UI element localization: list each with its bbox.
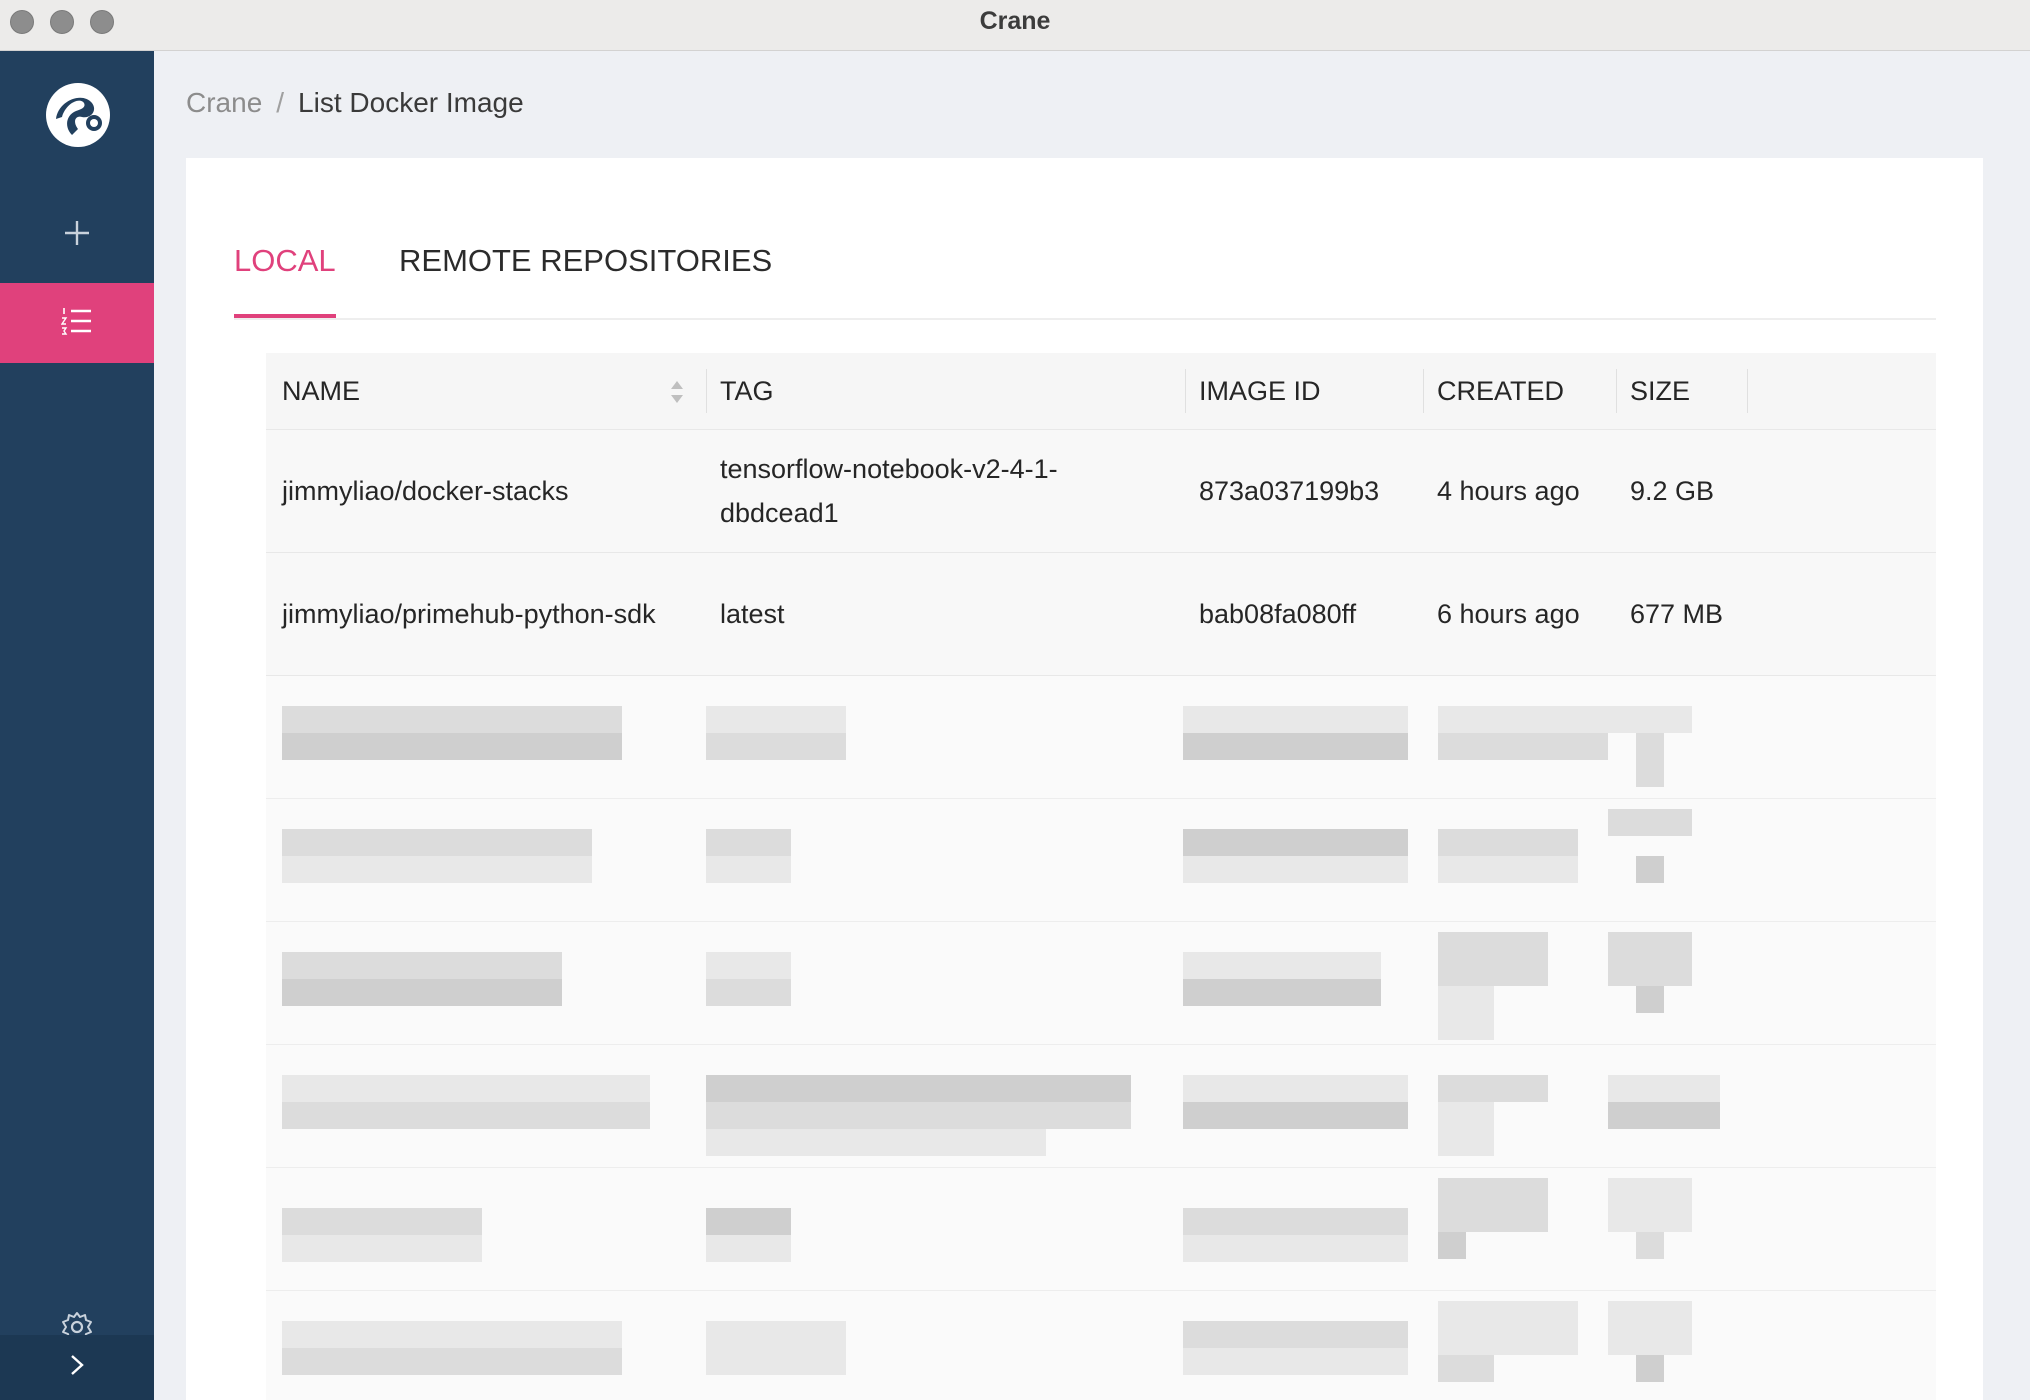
cell-name: jimmyliao/primehub-python-sdk bbox=[282, 599, 656, 629]
column-divider bbox=[1747, 369, 1748, 413]
crane-logo-icon[interactable] bbox=[42, 79, 114, 151]
breadcrumb-root-link[interactable]: Crane bbox=[186, 87, 262, 118]
breadcrumb-separator: / bbox=[276, 87, 285, 118]
tab-bar: LOCAL REMOTE REPOSITORIES bbox=[234, 238, 1936, 320]
cell-tag: latest bbox=[720, 599, 785, 629]
column-header-name[interactable]: NAME bbox=[282, 353, 360, 429]
redacted-row bbox=[266, 799, 1936, 922]
column-divider bbox=[706, 369, 707, 413]
image-list-card: LOCAL REMOTE REPOSITORIES NAME TAG IMAGE… bbox=[186, 158, 1983, 1400]
tab-local[interactable]: LOCAL bbox=[234, 238, 336, 318]
cell-size: 9.2 GB bbox=[1630, 476, 1715, 506]
table-row[interactable]: jimmyliao/primehub-python-sdk latest bab… bbox=[266, 553, 1936, 676]
column-divider bbox=[1423, 369, 1424, 413]
breadcrumb: Crane / List Docker Image bbox=[186, 87, 524, 119]
main-content: Crane / List Docker Image LOCAL REMOTE REP… bbox=[154, 51, 2030, 1400]
redacted-row bbox=[266, 1045, 1936, 1168]
column-divider bbox=[1616, 369, 1617, 413]
plus-icon bbox=[63, 219, 91, 252]
cell-size: 677 MB bbox=[1630, 599, 1724, 629]
app-window: Crane Crane / List Docker Image LOCAL RE… bbox=[0, 0, 2030, 1400]
window-title: Crane bbox=[979, 7, 1051, 35]
breadcrumb-current: List Docker Image bbox=[298, 87, 524, 118]
table-header: NAME TAG IMAGE ID CREATED SIZE bbox=[266, 353, 1936, 430]
cell-name: jimmyliao/docker-stacks bbox=[282, 476, 569, 506]
redacted-row bbox=[266, 1291, 1936, 1400]
cell-image-id: 873a037199b3 bbox=[1199, 476, 1380, 506]
sidebar bbox=[0, 51, 154, 1400]
cell-created: 4 hours ago bbox=[1437, 476, 1580, 506]
expand-sidebar-button[interactable] bbox=[0, 1335, 154, 1400]
add-image-button[interactable] bbox=[0, 195, 154, 275]
column-divider bbox=[1185, 369, 1186, 413]
chevron-right-icon bbox=[67, 1353, 87, 1382]
column-header-size: SIZE bbox=[1630, 376, 1691, 406]
tab-remote-repositories[interactable]: REMOTE REPOSITORIES bbox=[399, 238, 772, 316]
list-images-button[interactable] bbox=[0, 283, 154, 363]
column-header-created: CREATED bbox=[1437, 376, 1565, 406]
title-bar: Crane bbox=[0, 0, 2030, 51]
cell-tag: tensorflow-notebook-v2-4-1-dbdcead1 bbox=[720, 454, 1058, 528]
cell-created: 6 hours ago bbox=[1437, 599, 1580, 629]
cell-image-id: bab08fa080ff bbox=[1199, 599, 1357, 629]
redacted-row bbox=[266, 1168, 1936, 1291]
column-header-image-id: IMAGE ID bbox=[1199, 376, 1321, 406]
sort-icon[interactable] bbox=[669, 379, 685, 405]
redacted-row bbox=[266, 922, 1936, 1045]
column-header-tag: TAG bbox=[720, 376, 774, 406]
table-row[interactable]: jimmyliao/docker-stacks tensorflow-noteb… bbox=[266, 430, 1936, 553]
redacted-row bbox=[266, 676, 1936, 799]
list-icon bbox=[60, 307, 93, 340]
images-table: NAME TAG IMAGE ID CREATED SIZE jimmyliao… bbox=[266, 353, 1936, 1400]
